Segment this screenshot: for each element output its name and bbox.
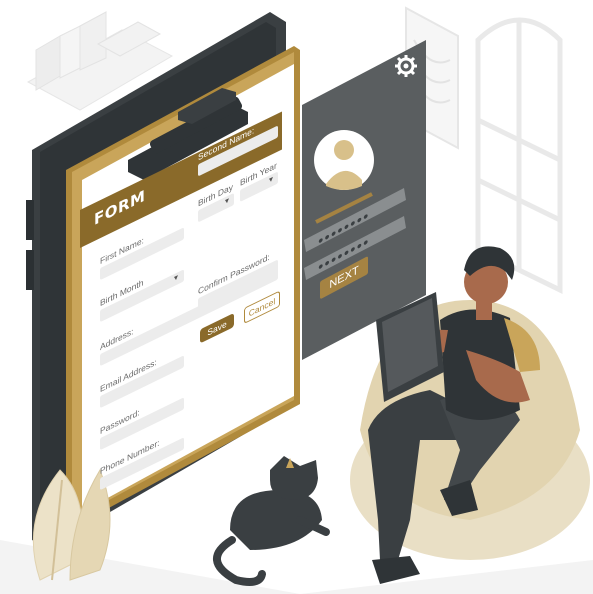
cat — [213, 456, 330, 586]
chevron-down-icon: ▾ — [269, 173, 274, 185]
chevron-down-icon: ▾ — [225, 195, 230, 207]
cancel-button[interactable]: Cancel — [244, 290, 280, 325]
save-button[interactable]: Save — [200, 312, 234, 344]
chevron-down-icon: ▾ — [174, 272, 179, 284]
form-title: FORM — [94, 186, 146, 230]
